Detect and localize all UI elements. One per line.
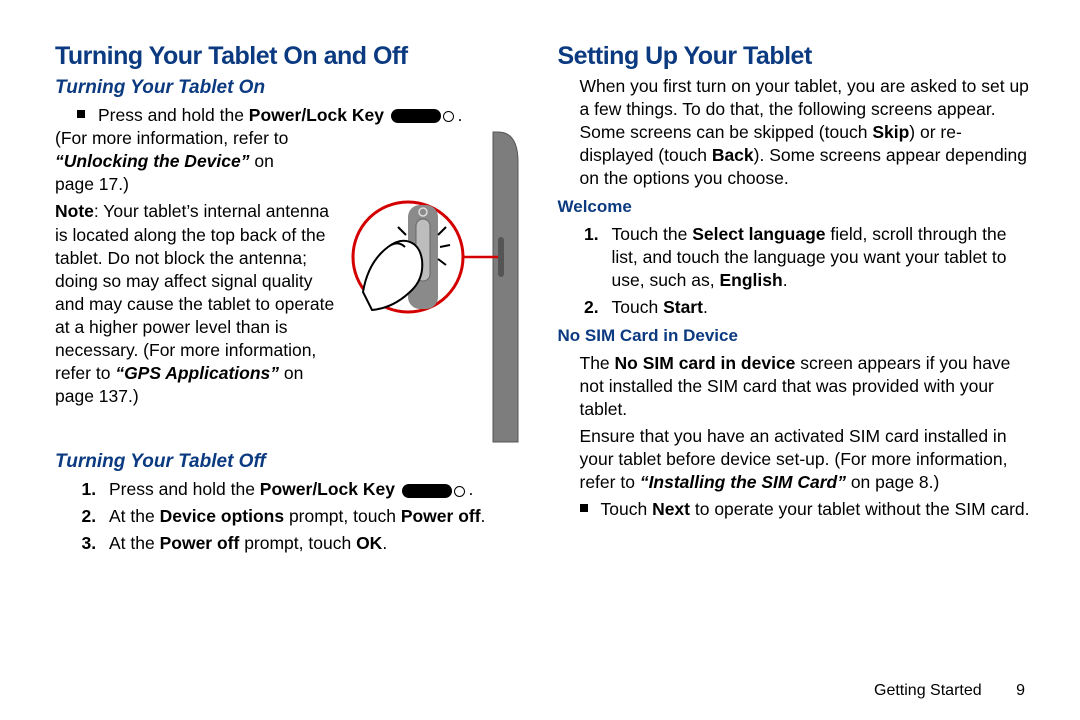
footer-page-number: 9: [1016, 682, 1025, 699]
setup-intro: When you first turn on your tablet, you …: [558, 75, 1036, 190]
step-welcome-2: Touch Start.: [604, 296, 1036, 319]
steps-turning-off: Press and hold the Power/Lock Key . At t…: [55, 478, 533, 555]
power-key-icon: [391, 109, 441, 123]
unlock-ref: (For more information, refer to “Unlocki…: [55, 127, 338, 196]
step-off-3: At the Power off prompt, touch OK.: [101, 532, 533, 555]
heading-setting-up: Setting Up Your Tablet: [558, 40, 1036, 73]
subheading-turning-off: Turning Your Tablet Off: [55, 449, 533, 474]
bullet-no-sim-next: Touch Next to operate your tablet withou…: [558, 498, 1036, 521]
subheading-welcome: Welcome: [558, 196, 1036, 218]
right-column: Setting Up Your Tablet When you first tu…: [558, 40, 1036, 680]
subheading-turning-on: Turning Your Tablet On: [55, 75, 533, 100]
subheading-no-sim: No SIM Card in Device: [558, 325, 1036, 347]
left-column: Turning Your Tablet On and Off Turning Y…: [55, 40, 533, 680]
no-sim-p1: The No SIM card in device screen appears…: [558, 352, 1036, 421]
step-off-1: Press and hold the Power/Lock Key .: [101, 478, 533, 501]
step-welcome-1: Touch the Select language field, scroll …: [604, 223, 1036, 292]
power-button-illustration: [348, 127, 533, 447]
steps-welcome: Touch the Select language field, scroll …: [558, 223, 1036, 319]
antenna-note: Note: Your tablet’s internal antenna is …: [55, 200, 338, 408]
page-footer: Getting Started 9: [0, 680, 1080, 701]
bullet-text: Press and hold the Power/Lock Key .: [98, 104, 476, 127]
heading-on-off: Turning Your Tablet On and Off: [55, 40, 533, 73]
square-bullet-icon: [580, 504, 588, 512]
power-key-icon: [402, 484, 452, 498]
footer-section: Getting Started: [874, 682, 982, 699]
bullet-power-on: Press and hold the Power/Lock Key .: [55, 104, 533, 127]
bullet-text: Touch Next to operate your tablet withou…: [601, 498, 1030, 521]
step-off-2: At the Device options prompt, touch Powe…: [101, 505, 533, 528]
no-sim-p2: Ensure that you have an activated SIM ca…: [558, 425, 1036, 494]
square-bullet-icon: [77, 110, 85, 118]
